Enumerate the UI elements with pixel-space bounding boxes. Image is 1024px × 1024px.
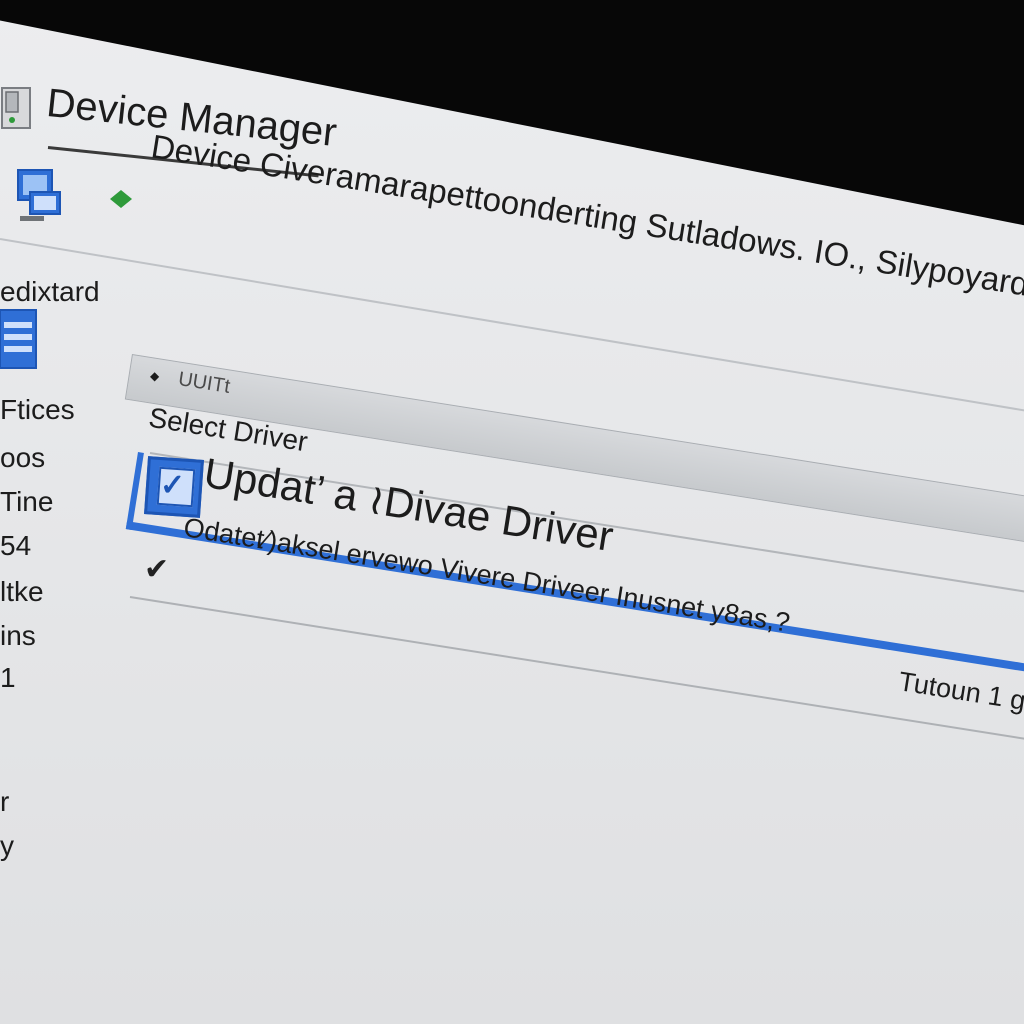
sidebar-item[interactable]: r bbox=[0, 786, 9, 818]
photo-stage: Device Manager Device Civeramarapettoond… bbox=[0, 0, 1024, 1024]
sidebar-item[interactable]: Ftices bbox=[0, 394, 75, 426]
sidebar-item[interactable]: ins bbox=[0, 620, 36, 652]
sidebar-item[interactable]: ltke bbox=[0, 576, 44, 608]
device-category-icon bbox=[0, 306, 40, 374]
device-manager-app-icon bbox=[0, 82, 34, 134]
checkmark-icon: ✓ bbox=[160, 469, 186, 502]
green-arrow-icon bbox=[108, 188, 134, 210]
computer-monitor-icon bbox=[14, 166, 66, 226]
toolbar-bullet-icon: ◆ bbox=[150, 369, 160, 383]
sidebar-item[interactable]: y bbox=[0, 830, 14, 862]
sidebar-item[interactable]: Tine bbox=[0, 486, 53, 518]
checkmark-icon: ✔ bbox=[144, 553, 170, 586]
sidebar-item[interactable]: 54 bbox=[0, 530, 31, 562]
sidebar-item[interactable]: edixtard bbox=[0, 276, 100, 308]
sidebar-item[interactable]: 1 bbox=[0, 662, 16, 694]
sidebar-item[interactable]: oos bbox=[0, 442, 45, 474]
